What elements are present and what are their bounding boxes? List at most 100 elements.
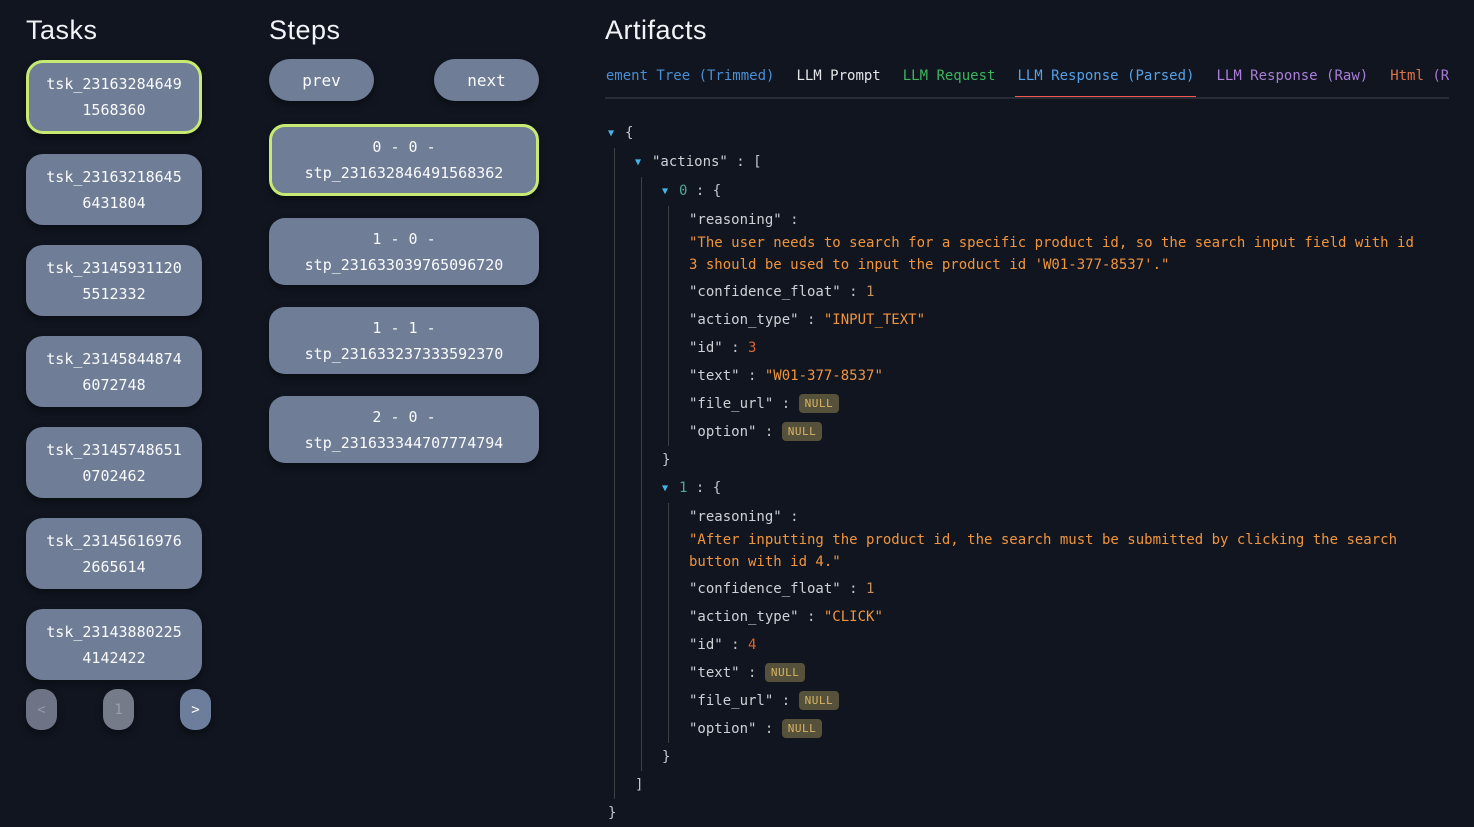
json-key: "text"	[689, 665, 740, 681]
step-item[interactable]: 0 - 0 - stp_231632846491568362	[269, 124, 539, 196]
artifact-tab[interactable]: LLM Prompt	[794, 64, 882, 99]
json-key: "id"	[689, 340, 723, 356]
json-punctuation: :	[756, 721, 781, 737]
json-punctuation: :	[799, 609, 824, 625]
json-row: ▼"actions" : [	[635, 148, 1449, 177]
json-num-dim: 1	[866, 284, 874, 300]
page-number-button[interactable]: 1	[103, 689, 134, 730]
task-item[interactable]: tsk_231457486510702462	[26, 427, 202, 498]
collapse-toggle-icon[interactable]: ▼	[635, 153, 652, 173]
task-item[interactable]: tsk_231632186456431804	[26, 154, 202, 225]
json-punctuation: ]	[635, 777, 643, 793]
json-punctuation: :	[799, 312, 824, 328]
json-key: "actions"	[652, 154, 728, 170]
collapse-toggle-icon[interactable]: ▼	[608, 124, 625, 144]
json-punctuation: :	[782, 509, 799, 525]
json-row: ]	[635, 771, 1449, 799]
json-row: "reasoning" :	[689, 206, 1449, 234]
step-list: 0 - 0 - stp_231632846491568362 1 - 0 - st…	[269, 124, 539, 463]
prev-step-button[interactable]: prev	[269, 59, 374, 101]
json-key: "option"	[689, 721, 756, 737]
json-punctuation: :	[782, 212, 799, 228]
prev-page-button[interactable]: <	[26, 689, 57, 730]
artifact-tab[interactable]: LLM Response (Raw)	[1214, 64, 1370, 99]
json-key: "confidence_float"	[689, 581, 841, 597]
json-key: "action_type"	[689, 609, 799, 625]
json-key: "action_type"	[689, 312, 799, 328]
json-row: "action_type" : "INPUT_TEXT"	[689, 306, 1449, 334]
json-punctuation: :	[687, 183, 712, 199]
json-punctuation: :	[756, 424, 781, 440]
collapse-toggle-icon[interactable]: ▼	[662, 182, 679, 202]
artifact-tab-bar: Element Tree (Trimmed) LLM Prompt LLM Requ…	[605, 64, 1449, 99]
step-item[interactable]: 1 - 1 - stp_231633237333592370	[269, 307, 539, 374]
collapse-toggle-icon[interactable]: ▼	[662, 479, 679, 499]
json-punctuation: :	[841, 581, 866, 597]
json-punctuation: {	[713, 480, 721, 496]
json-row: "id" : 3	[689, 334, 1449, 362]
json-punctuation: :	[723, 340, 748, 356]
null-badge: NULL	[765, 663, 806, 682]
task-item[interactable]: tsk_231632846491568360	[26, 60, 202, 134]
artifact-tab[interactable]: Html (Raw)	[1388, 64, 1449, 99]
json-key: "reasoning"	[689, 212, 782, 228]
json-row: "option" : NULL	[689, 418, 1449, 446]
step-item[interactable]: 1 - 0 - stp_231633039765096720	[269, 218, 539, 285]
json-key: "id"	[689, 637, 723, 653]
json-row: "file_url" : NULL	[689, 687, 1449, 715]
task-item[interactable]: tsk_231438802254142422	[26, 609, 202, 680]
step-item[interactable]: 2 - 0 - stp_231633344707774794	[269, 396, 539, 463]
json-row: ▼1 : {	[662, 474, 1449, 503]
json-row: "confidence_float" : 1	[689, 278, 1449, 306]
json-row: }	[608, 799, 1449, 827]
json-children: "reasoning" : "The user needs to search …	[668, 206, 1449, 446]
json-row: "reasoning" :	[689, 503, 1449, 531]
json-key: "confidence_float"	[689, 284, 841, 300]
task-item[interactable]: tsk_231458448746072748	[26, 336, 202, 407]
json-punctuation: :	[687, 480, 712, 496]
steps-panel: Steps prev next 0 - 0 - stp_231632846491…	[269, 0, 539, 463]
tasks-pagination: < 1 >	[26, 689, 211, 730]
json-key: "file_url"	[689, 693, 773, 709]
artifact-tab-label: LLM Response (Parsed)	[1017, 68, 1194, 84]
json-punctuation: :	[841, 284, 866, 300]
artifact-tab-strip: Element Tree (Trimmed) LLM Prompt LLM Requ…	[605, 64, 1449, 99]
json-punctuation: [	[753, 154, 761, 170]
json-children: "reasoning" : "After inputting the produ…	[668, 503, 1449, 743]
json-str: "W01-377-8537"	[765, 368, 883, 384]
json-row: "file_url" : NULL	[689, 390, 1449, 418]
tasks-title: Tasks	[26, 12, 204, 48]
json-row: "id" : 4	[689, 631, 1449, 659]
json-punctuation: {	[625, 125, 633, 141]
json-row: "text" : "W01-377-8537"	[689, 362, 1449, 390]
next-page-button[interactable]: >	[180, 689, 211, 730]
null-badge: NULL	[782, 719, 823, 738]
artifact-tab-label: Html	[1390, 68, 1432, 84]
json-punctuation: :	[740, 368, 765, 384]
json-row: ▼{	[608, 119, 1449, 148]
json-punctuation: :	[740, 665, 765, 681]
json-punctuation: :	[723, 637, 748, 653]
artifact-tab-label: LLM Prompt	[796, 68, 880, 84]
json-key: "file_url"	[689, 396, 773, 412]
json-children: ▼"actions" : [▼0 : {"reasoning" : "The u…	[614, 148, 1449, 799]
json-row: "confidence_float" : 1	[689, 575, 1449, 603]
task-item[interactable]: tsk_231459311205512332	[26, 245, 202, 316]
json-row: "text" : NULL	[689, 659, 1449, 687]
artifact-tab-label: Element Tree (Trimmed)	[605, 68, 774, 84]
artifact-tab-label: LLM Request	[903, 68, 996, 84]
null-badge: NULL	[799, 394, 840, 413]
artifact-tab[interactable]: LLM Response (Parsed)	[1015, 64, 1196, 99]
json-tree-viewer: ▼{▼"actions" : [▼0 : {"reasoning" : "The…	[605, 119, 1449, 827]
json-punctuation: }	[608, 805, 616, 821]
json-num: 4	[748, 637, 756, 653]
next-step-button[interactable]: next	[434, 59, 539, 101]
json-num: 3	[748, 340, 756, 356]
json-row: ▼0 : {	[662, 177, 1449, 206]
artifact-tab-label: (Raw)	[1432, 68, 1449, 84]
task-item[interactable]: tsk_231456169762665614	[26, 518, 202, 589]
artifact-tab[interactable]: LLM Request	[901, 64, 998, 99]
artifact-tab[interactable]: Element Tree (Trimmed)	[605, 64, 776, 99]
tasks-panel: Tasks tsk_231632846491568360 tsk_23163218…	[26, 0, 204, 730]
json-num-dim: 1	[866, 581, 874, 597]
